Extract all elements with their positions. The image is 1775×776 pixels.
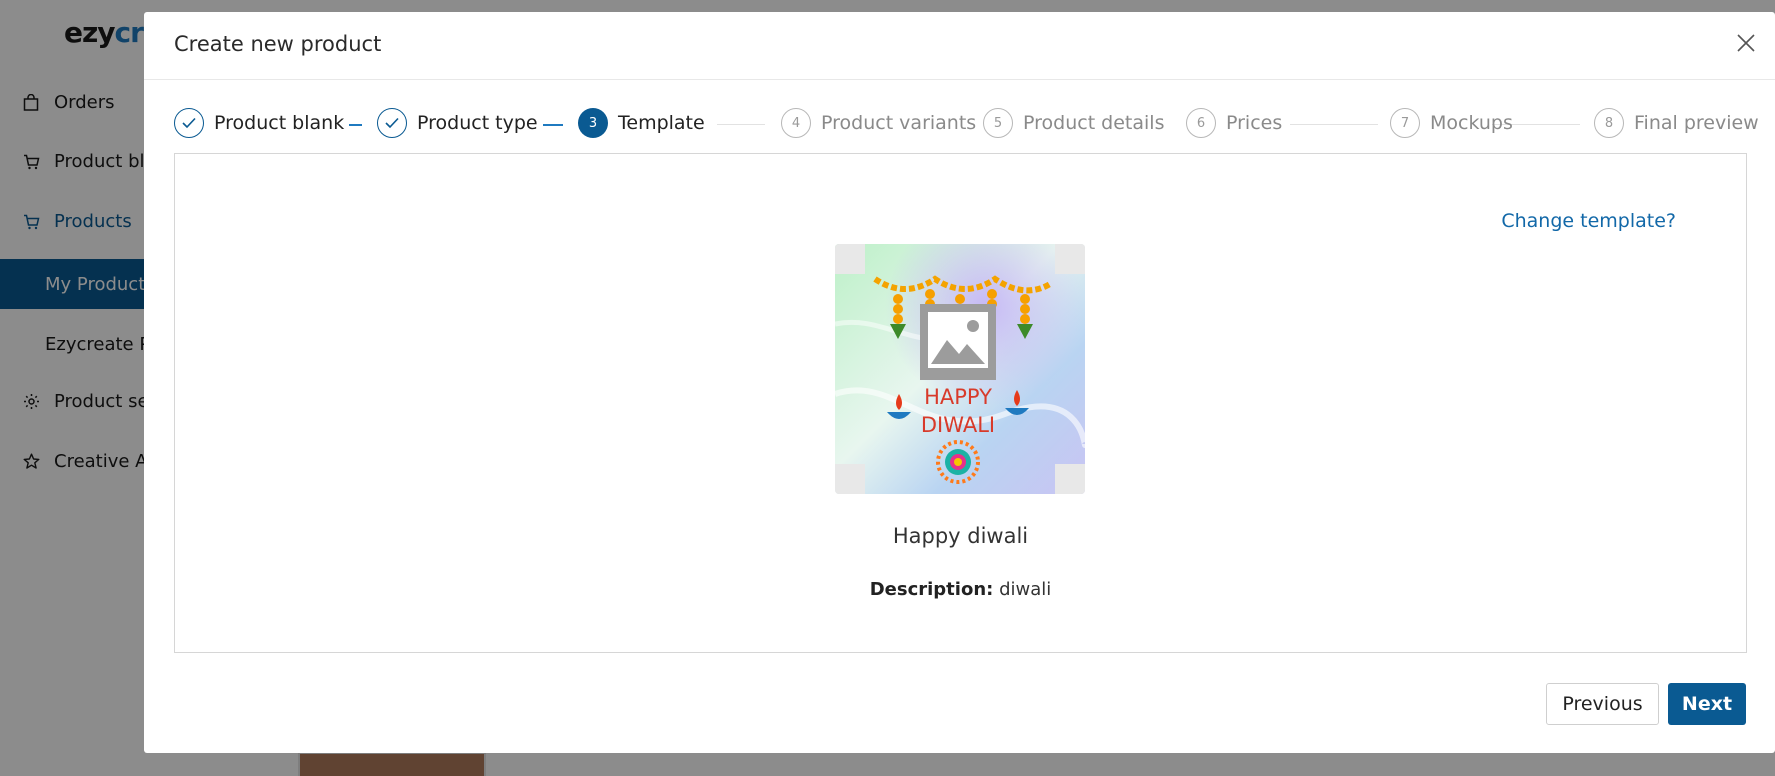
step-label: Prices [1226, 112, 1283, 134]
step-connector [349, 124, 362, 126]
modal-header: Create new product [144, 12, 1775, 80]
progress-stepper: Product blank Product type 3 Template 4 … [174, 108, 1759, 142]
check-icon [377, 108, 407, 138]
template-panel: Change template? HAPPY DIWALI Happy diwa… [174, 153, 1747, 653]
description-label: Description: [869, 579, 994, 600]
step-prices[interactable]: 6 Prices [1186, 108, 1282, 138]
next-button[interactable]: Next [1668, 683, 1746, 725]
step-number: 6 [1186, 108, 1216, 138]
step-label: Product variants [821, 112, 977, 134]
step-mockups[interactable]: 7 Mockups [1390, 108, 1513, 138]
template-name: Happy diwali [892, 524, 1029, 548]
change-template-link[interactable]: Change template? [1501, 210, 1676, 232]
create-product-modal: Create new product Product blank Product… [144, 12, 1775, 753]
step-product-variants[interactable]: 4 Product variants [781, 108, 976, 138]
step-product-type[interactable]: Product type [377, 108, 538, 138]
step-label: Product details [1023, 112, 1165, 134]
step-product-blank[interactable]: Product blank [174, 108, 344, 138]
step-number: 3 [578, 108, 608, 138]
step-number: 5 [983, 108, 1013, 138]
template-image: HAPPY DIWALI [835, 244, 1085, 494]
modal-title: Create new product [174, 32, 382, 56]
close-icon [1737, 34, 1755, 56]
step-number: 4 [781, 108, 811, 138]
template-description: Description: diwali [175, 579, 1746, 600]
check-icon [174, 108, 204, 138]
step-label: Mockups [1430, 112, 1513, 134]
step-connector [543, 124, 563, 126]
previous-button[interactable]: Previous [1546, 683, 1659, 725]
step-connector [717, 124, 765, 125]
close-button[interactable] [1731, 30, 1761, 60]
step-number: 8 [1594, 108, 1624, 138]
step-final-preview[interactable]: 8 Final preview [1594, 108, 1759, 138]
step-label: Final preview [1634, 112, 1759, 134]
step-number: 7 [1390, 108, 1420, 138]
description-value: diwali [999, 579, 1052, 600]
svg-text:HAPPY: HAPPY [924, 385, 992, 409]
step-label: Product type [417, 112, 538, 134]
svg-text:DIWALI: DIWALI [921, 413, 995, 437]
step-product-details[interactable]: 5 Product details [983, 108, 1164, 138]
step-template[interactable]: 3 Template [578, 108, 705, 138]
step-label: Template [618, 112, 705, 134]
step-connector [1290, 124, 1378, 125]
step-label: Product blank [214, 112, 345, 134]
